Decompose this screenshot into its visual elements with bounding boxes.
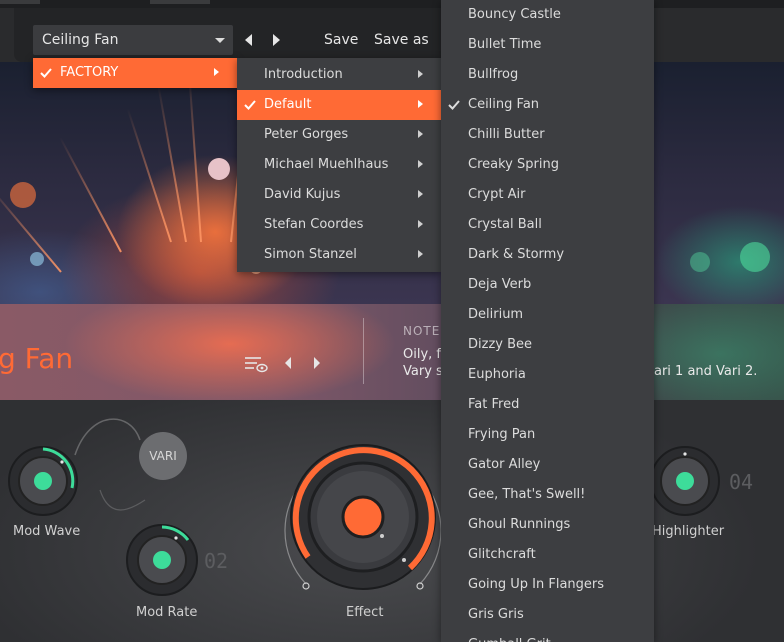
mod-wave-label: Mod Wave (13, 524, 81, 539)
light-streak (59, 136, 122, 253)
menu-item-preset[interactable]: Ghoul Runnings (441, 510, 654, 540)
checkmark-icon (40, 68, 52, 78)
light-orb (208, 158, 230, 180)
menu-item-preset[interactable]: Glitchcraft (441, 540, 654, 570)
menu-item-bank[interactable]: Michael Muehlhaus (237, 150, 441, 180)
notes-text-tail: ari 1 and Vari 2. (654, 364, 758, 379)
menu-item-preset[interactable]: Dizzy Bee (441, 330, 654, 360)
menu-item-factory[interactable]: FACTORY (33, 58, 237, 88)
light-orb (690, 252, 710, 272)
info-next-arrow-icon[interactable] (314, 357, 320, 369)
menu-item-bank[interactable]: Introduction (237, 60, 441, 90)
checkmark-icon (244, 100, 256, 110)
save-as-button[interactable]: Save as (374, 32, 429, 48)
menu-item-preset[interactable]: Deja Verb (441, 270, 654, 300)
menu-item-preset[interactable]: Gator Alley (441, 450, 654, 480)
info-prev-arrow-icon[interactable] (285, 357, 291, 369)
chevron-right-icon (418, 100, 423, 108)
menu-item-preset[interactable]: Gee, That's Swell! (441, 480, 654, 510)
chevron-right-icon (214, 68, 219, 76)
menu-item-preset[interactable]: Delirium (441, 300, 654, 330)
preset-menu: Bouncy Castle Bullet Time Bullfrog Ceili… (441, 0, 654, 642)
chevron-right-icon (418, 130, 423, 138)
chevron-right-icon (418, 190, 423, 198)
menu-item-preset[interactable]: Bullfrog (441, 60, 654, 90)
menu-item-bank[interactable]: Simon Stanzel (237, 240, 441, 270)
highlighter-label: Highlighter (652, 524, 725, 539)
menu-item-preset[interactable]: Gumball Grit (441, 630, 654, 642)
light-orb (740, 242, 770, 272)
preset-name: g Fan (0, 342, 74, 375)
light-streak (188, 72, 202, 243)
save-button[interactable]: Save (324, 32, 358, 48)
info-divider (363, 318, 364, 384)
chevron-right-icon (418, 160, 423, 168)
menu-item-preset[interactable]: Crystal Ball (441, 210, 654, 240)
browse-list-icon[interactable] (244, 354, 268, 374)
menu-item-preset[interactable]: Creaky Spring (441, 150, 654, 180)
menu-item-preset[interactable]: Going Up In Flangers (441, 570, 654, 600)
mod-rate-number: 02 (204, 549, 229, 573)
menu-item-preset[interactable]: Crypt Air (441, 180, 654, 210)
highlighter-knob[interactable] (648, 444, 722, 518)
menu-item-preset[interactable]: Chilli Butter (441, 120, 654, 150)
menu-item-preset-selected[interactable]: Ceiling Fan (441, 90, 654, 120)
checkmark-icon (448, 100, 460, 110)
highlighter-number: 04 (729, 470, 754, 494)
light-orb (30, 252, 44, 266)
next-preset-arrow-icon[interactable] (273, 34, 280, 46)
chevron-right-icon (418, 250, 423, 258)
bank-menu: Introduction Default Peter Gorges Michae… (237, 58, 441, 272)
menu-item-bank[interactable]: Peter Gorges (237, 120, 441, 150)
menu-item-bank[interactable]: Stefan Coordes (237, 210, 441, 240)
mod-wave-knob[interactable] (6, 444, 80, 518)
chevron-down-icon (215, 38, 225, 43)
mod-rate-label: Mod Rate (136, 605, 198, 620)
preset-info-bar (0, 304, 784, 400)
mod-rate-knob[interactable] (124, 522, 200, 598)
menu-item-preset[interactable]: Fat Fred (441, 390, 654, 420)
preset-select-value: Ceiling Fan (42, 32, 119, 48)
top-strip (0, 0, 784, 8)
factory-menu: FACTORY (33, 58, 237, 88)
chevron-right-icon (418, 70, 423, 78)
menu-item-preset[interactable]: Dark & Stormy (441, 240, 654, 270)
chevron-right-icon (418, 220, 423, 228)
menu-item-preset[interactable]: Gris Gris (441, 600, 654, 630)
top-strip-segment (0, 0, 40, 4)
menu-item-preset[interactable]: Bouncy Castle (441, 0, 654, 30)
top-strip-segment (150, 0, 210, 4)
effect-knob[interactable] (278, 432, 448, 602)
menu-item-bank[interactable]: David Kujus (237, 180, 441, 210)
menu-item-preset[interactable]: Euphoria (441, 360, 654, 390)
prev-preset-arrow-icon[interactable] (245, 34, 252, 46)
menu-item-preset[interactable]: Bullet Time (441, 30, 654, 60)
light-orb (10, 182, 36, 208)
effect-label: Effect (346, 605, 384, 620)
menu-item-bank[interactable]: Default (237, 90, 441, 120)
vari-button[interactable]: VARI (139, 432, 187, 480)
menu-item-preset[interactable]: Frying Pan (441, 420, 654, 450)
preset-select[interactable]: Ceiling Fan (33, 25, 233, 55)
